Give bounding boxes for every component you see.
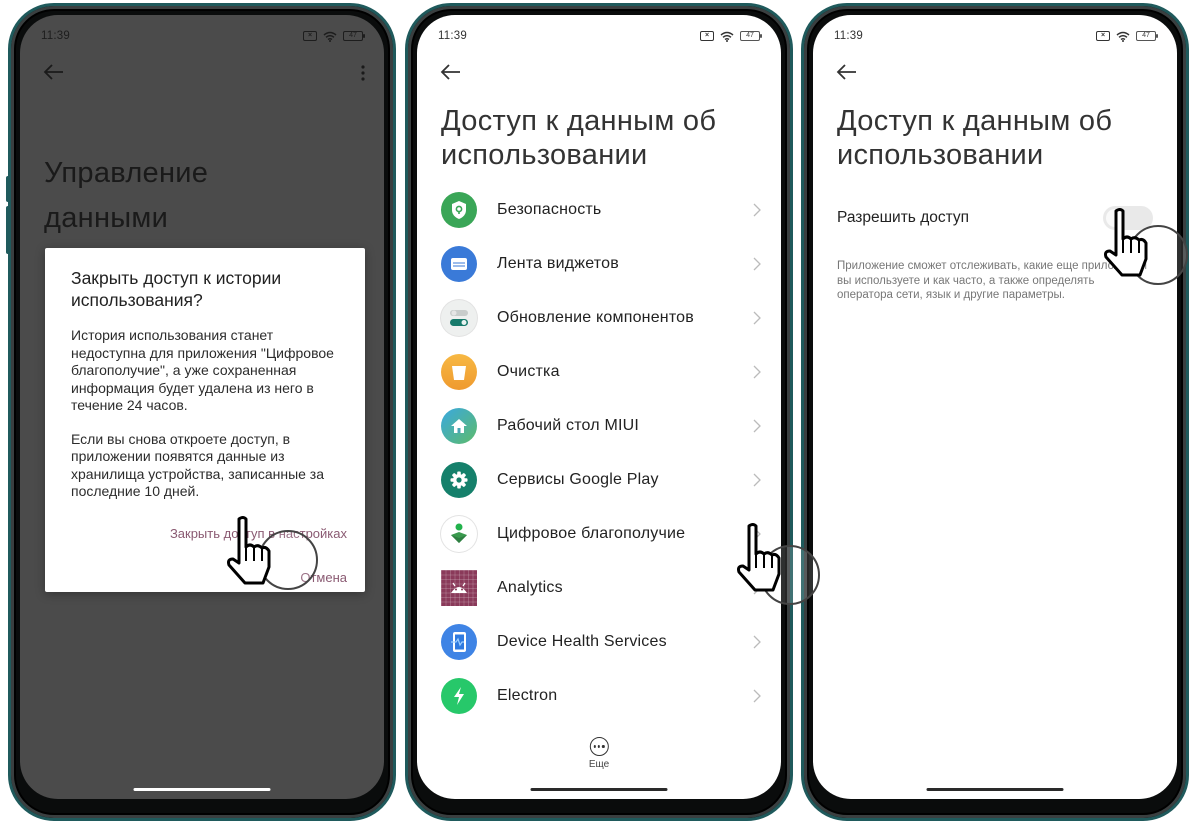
app-label: Device Health Services	[497, 633, 667, 650]
app-row-cleaner[interactable]: Очистка	[417, 345, 781, 399]
app-list: Безопасность Лента виджетов Обновление к…	[417, 183, 781, 723]
app-label: Очистка	[497, 363, 560, 380]
app-label: Лента виджетов	[497, 255, 619, 272]
app-label: Рабочий стол MIUI	[497, 417, 640, 434]
app-row-analytics[interactable]: Analytics	[417, 561, 781, 615]
status-bar: 11:39 × 47	[41, 28, 365, 44]
page-title-line2: данными	[44, 202, 169, 234]
app-label: Безопасность	[497, 201, 602, 218]
allow-access-toggle[interactable]	[1103, 206, 1153, 230]
more-button[interactable]: Еще	[589, 737, 609, 770]
gear-icon	[441, 462, 477, 498]
phone-frame-2: 11:39 × 47 Доступ к данным об использова…	[405, 3, 793, 821]
shield-icon	[441, 192, 477, 228]
app-label: Цифровое благополучие	[497, 525, 686, 542]
allow-access-label: Разрешить доступ	[837, 209, 970, 226]
power-button	[6, 206, 10, 254]
app-label: Electron	[497, 687, 558, 704]
battery-icon: 47	[740, 31, 762, 41]
screen-usage-access-list: 11:39 × 47 Доступ к данным об использова…	[417, 15, 781, 799]
chevron-right-icon	[753, 689, 761, 703]
dialog-title: Закрыть доступ к истории использования?	[71, 268, 282, 310]
status-bar: 11:39 × 47	[834, 28, 1158, 44]
wifi-icon	[720, 31, 734, 42]
app-row-widget-feed[interactable]: Лента виджетов	[417, 237, 781, 291]
back-arrow-icon[interactable]	[835, 62, 859, 82]
volume-button	[6, 176, 10, 202]
app-label: Сервисы Google Play	[497, 471, 659, 488]
back-arrow-icon[interactable]	[439, 62, 463, 82]
bolt-icon	[441, 678, 477, 714]
sim-off-icon: ×	[700, 31, 714, 41]
status-bar: 11:39 × 47	[438, 28, 762, 44]
chevron-right-icon	[753, 419, 761, 433]
app-row-digital-wellbeing[interactable]: Цифровое благополучие	[417, 507, 781, 561]
battery-icon: 47	[1136, 31, 1158, 41]
app-row-component-update[interactable]: Обновление компонентов	[417, 291, 781, 345]
status-time: 11:39	[41, 30, 70, 42]
app-row-electron[interactable]: Electron	[417, 669, 781, 723]
back-arrow-icon[interactable]	[42, 62, 66, 82]
android-icon	[441, 570, 477, 606]
screen-manage-data: 11:39 × 47 Управление данными Закрыть до…	[20, 15, 384, 799]
home-indicator[interactable]	[926, 787, 1064, 791]
home-icon	[441, 408, 477, 444]
allow-access-row[interactable]: Разрешить доступ	[837, 205, 1153, 231]
cancel-button[interactable]: Отмена	[300, 570, 347, 585]
revoke-access-dialog: Закрыть доступ к истории использования? …	[45, 248, 365, 592]
app-row-google-play-services[interactable]: Сервисы Google Play	[417, 453, 781, 507]
chevron-right-icon	[753, 203, 761, 217]
chevron-right-icon	[753, 311, 761, 325]
sim-off-icon: ×	[303, 31, 317, 41]
phone-frame-1: 11:39 × 47 Управление данными Закрыть до…	[6, 3, 396, 821]
app-label: Обновление компонентов	[497, 309, 694, 326]
chevron-right-icon	[753, 257, 761, 271]
home-indicator[interactable]	[530, 787, 668, 791]
trash-icon	[441, 354, 477, 390]
app-label: Analytics	[497, 579, 563, 596]
wifi-icon	[1116, 31, 1130, 42]
device-health-icon	[441, 624, 477, 660]
app-row-miui-home[interactable]: Рабочий стол MIUI	[417, 399, 781, 453]
page-title: Управление данными	[44, 151, 208, 241]
dialog-body: История использования станет недоступна …	[71, 327, 334, 413]
app-row-device-health-services[interactable]: Device Health Services	[417, 615, 781, 669]
sim-off-icon: ×	[1096, 31, 1110, 41]
more-label: Еще	[588, 759, 610, 770]
chevron-right-icon	[753, 635, 761, 649]
dialog-body-secondary: Если вы снова откроете доступ, в приложе…	[71, 430, 325, 500]
status-time: 11:39	[438, 30, 467, 42]
chevron-right-icon	[753, 527, 761, 541]
chevron-right-icon	[753, 473, 761, 487]
toggles-icon	[441, 300, 477, 336]
home-indicator[interactable]	[133, 787, 271, 791]
widget-feed-icon	[441, 246, 477, 282]
more-vert-icon[interactable]	[360, 65, 366, 81]
wellbeing-icon	[441, 516, 477, 552]
page-title: Доступ к данным об использовании	[837, 105, 1113, 171]
page-title-line1: Управление	[44, 157, 209, 189]
page-title: Доступ к данным об использовании	[441, 105, 717, 171]
battery-icon: 47	[343, 31, 365, 41]
status-time: 11:39	[834, 30, 863, 42]
more-horiz-icon	[589, 737, 609, 756]
chevron-right-icon	[753, 365, 761, 379]
allow-access-description: Приложение сможет отслеживать, какие еще…	[837, 260, 1147, 301]
close-access-button[interactable]: Закрыть доступ в настройках	[170, 526, 347, 541]
phone-frame-3: 11:39 × 47 Доступ к данным об использова…	[801, 3, 1189, 821]
chevron-right-icon	[753, 581, 761, 595]
app-row-security[interactable]: Безопасность	[417, 183, 781, 237]
screen-usage-access-detail: 11:39 × 47 Доступ к данным об использова…	[813, 15, 1177, 799]
wifi-icon	[323, 31, 337, 42]
